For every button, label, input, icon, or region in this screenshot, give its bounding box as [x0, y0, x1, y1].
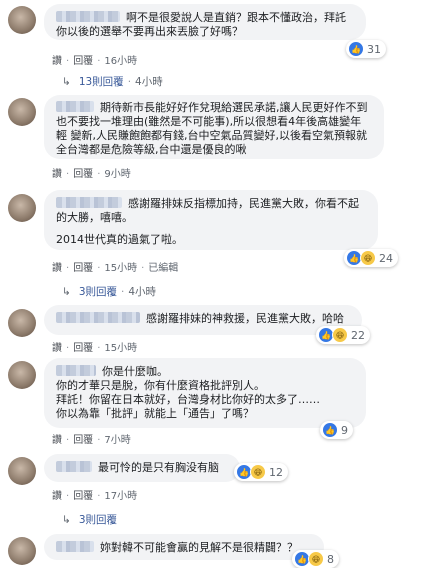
- comment-text-line: 你以為靠「批評」就能上「通告」了嗎？: [56, 407, 254, 420]
- reply-arrow-icon: ↳: [62, 286, 71, 298]
- haha-reaction-icon: 😆: [332, 327, 348, 343]
- comment-bubble: 期待新市長能好好作兌現給選民承諾,讓人民更好作不到也不要找一堆理由(雖然是不可能…: [44, 95, 384, 159]
- comment-actions: 讚 · 回覆 · 9小時: [52, 169, 131, 180]
- comment-text: 感謝羅排妹的神救援，民進黨大敗，哈哈: [146, 312, 344, 325]
- reply-link[interactable]: 回覆: [73, 169, 93, 180]
- comment-bubble: 最可怜的是只有胸没有脑: [44, 454, 240, 482]
- reaction-summary[interactable]: 👍 9: [320, 421, 353, 439]
- view-replies[interactable]: ↳ 3則回覆: [62, 512, 117, 527]
- redacted-username[interactable]: [56, 11, 120, 22]
- comment-actions: 讚 · 回覆 · 15小時 · 已編輯: [52, 263, 179, 274]
- redacted-username[interactable]: [56, 197, 122, 208]
- reply-link[interactable]: 回覆: [73, 435, 93, 446]
- reaction-count: 9: [341, 423, 348, 437]
- reaction-summary[interactable]: 👍 😆 8: [292, 550, 339, 568]
- haha-reaction-icon: 😆: [360, 250, 376, 266]
- reaction-summary[interactable]: 👍 31: [346, 40, 386, 58]
- comment-bubble: 你是什麼咖。 你的才華只是脫，你有什麼資格批評別人。 拜託！你留在日本就好，台灣…: [44, 358, 366, 428]
- reply-time: 4小時: [135, 76, 163, 88]
- comment-actions: 讚 · 回覆 · 15小時: [52, 343, 138, 354]
- reaction-count: 31: [367, 42, 381, 56]
- view-replies[interactable]: ↳ 13則回覆 · 4小時: [62, 74, 163, 89]
- reaction-summary[interactable]: 👍 😆 12: [234, 463, 288, 481]
- comment-text: 最可怜的是只有胸没有脑: [98, 461, 219, 474]
- like-link[interactable]: 讚: [52, 343, 62, 354]
- timestamp[interactable]: 16小時: [104, 56, 137, 67]
- reaction-count: 12: [269, 465, 283, 479]
- reaction-count: 22: [351, 328, 365, 342]
- comment-text: 你是什麼咖。: [102, 365, 168, 378]
- comment-actions: 讚 · 回覆 · 17小時: [52, 491, 138, 502]
- reply-time: 4小時: [128, 286, 157, 298]
- like-link[interactable]: 讚: [52, 491, 62, 502]
- edited-label[interactable]: 已編輯: [148, 263, 178, 274]
- comment-actions: 讚 · 回覆 · 7小時: [52, 435, 131, 446]
- comment-actions: 讚 · 回覆 · 16小時: [52, 56, 138, 67]
- comment-bubble: 感謝羅排妹反指標加持，民進黨大敗，你看不起的大勝，嘻嘻。 2014世代真的過氣了…: [44, 190, 378, 250]
- reply-count[interactable]: 3則回覆: [79, 514, 117, 526]
- like-link[interactable]: 讚: [52, 263, 62, 274]
- reaction-summary[interactable]: 👍 😆 22: [316, 326, 370, 344]
- reply-arrow-icon: ↳: [62, 76, 71, 88]
- reaction-count: 8: [327, 552, 334, 566]
- redacted-username[interactable]: [56, 461, 92, 472]
- timestamp[interactable]: 9小時: [104, 169, 130, 180]
- redacted-username[interactable]: [56, 365, 96, 376]
- reply-link[interactable]: 回覆: [73, 491, 93, 502]
- like-reaction-icon: 👍: [348, 41, 364, 57]
- redacted-username[interactable]: [56, 312, 140, 323]
- comment-bubble: 感謝羅排妹的神救援，民進黨大敗，哈哈: [44, 305, 362, 335]
- timestamp[interactable]: 7小時: [104, 435, 130, 446]
- comment-text-line: 2014世代真的過氣了啦。: [56, 233, 183, 246]
- reply-link[interactable]: 回覆: [73, 56, 93, 67]
- comment-bubble: 妳對韓不可能會贏的見解不是很精闢？？: [44, 534, 324, 560]
- comment-text: 妳對韓不可能會贏的見解不是很精闢？？: [100, 541, 298, 554]
- redacted-username[interactable]: [56, 541, 94, 552]
- avatar[interactable]: [8, 98, 36, 126]
- reply-arrow-icon: ↳: [62, 514, 71, 526]
- like-link[interactable]: 讚: [52, 169, 62, 180]
- timestamp[interactable]: 15小時: [104, 343, 137, 354]
- reply-link[interactable]: 回覆: [73, 263, 93, 274]
- reaction-summary[interactable]: 👍 😆 24: [344, 249, 398, 267]
- avatar[interactable]: [8, 361, 36, 389]
- avatar[interactable]: [8, 309, 36, 337]
- avatar[interactable]: [8, 457, 36, 485]
- comment-text-line: 拜託！你留在日本就好，台灣身材比你好的太多了……: [56, 393, 320, 406]
- comment-text-line: 你的才華只是脫，你有什麼資格批評別人。: [56, 379, 265, 392]
- reply-count[interactable]: 3則回覆: [79, 286, 117, 298]
- timestamp[interactable]: 17小時: [104, 491, 137, 502]
- reply-count[interactable]: 13則回覆: [79, 76, 124, 88]
- like-link[interactable]: 讚: [52, 435, 62, 446]
- haha-reaction-icon: 😆: [250, 464, 266, 480]
- comment-text: 期待新市長能好好作兌現給選民承諾,讓人民更好作不到也不要找一堆理由(雖然是不可能…: [56, 101, 368, 156]
- view-replies[interactable]: ↳ 3則回覆 · 4小時: [62, 284, 156, 299]
- avatar[interactable]: [8, 537, 36, 565]
- avatar[interactable]: [8, 194, 36, 222]
- comment-bubble: 啊不是很愛說人是直銷？跟本不懂政治，拜託你以後的選舉不要再出來丟臉了好嗎？: [44, 4, 366, 40]
- like-link[interactable]: 讚: [52, 56, 62, 67]
- like-reaction-icon: 👍: [322, 422, 338, 438]
- avatar[interactable]: [8, 6, 36, 34]
- reaction-count: 24: [379, 251, 393, 265]
- reply-link[interactable]: 回覆: [73, 343, 93, 354]
- timestamp[interactable]: 15小時: [104, 263, 137, 274]
- redacted-username[interactable]: [56, 101, 94, 112]
